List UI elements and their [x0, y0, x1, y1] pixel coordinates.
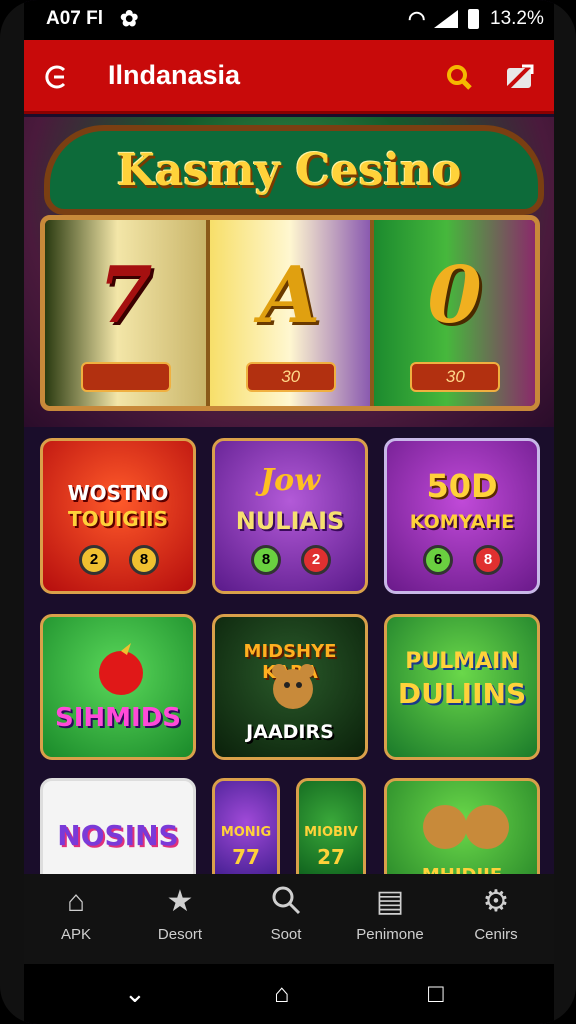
- bottom-nav: ⌂ APK ★ Desort Soot ▤ Penimone ⚙ Cenirs: [24, 874, 554, 964]
- slot-reels: 7 A 30 0 30: [40, 215, 540, 411]
- game-title: MIOBIV: [304, 825, 358, 840]
- nav-item-cenirs[interactable]: ⚙ Cenirs: [444, 884, 548, 943]
- battery-icon: [468, 9, 479, 29]
- reel-symbol: 7: [98, 250, 153, 341]
- game-tile[interactable]: MIDSHYE KARA JAADIRS: [212, 614, 368, 760]
- reel-plate: 30: [410, 362, 501, 392]
- game-subtitle: 77: [232, 845, 260, 869]
- promo-icon[interactable]: [502, 60, 536, 94]
- game-tile[interactable]: PULMAIN DULIINS: [384, 614, 540, 760]
- game-coin: 2: [301, 545, 331, 575]
- signal-icon: [434, 10, 458, 28]
- nav-label: APK: [60, 926, 91, 943]
- document-icon: ▤: [375, 885, 405, 918]
- game-tile[interactable]: MHIDIIE: [384, 778, 540, 888]
- home-icon: ⌂: [66, 885, 86, 918]
- game-subtitle: JAADIRS: [246, 721, 334, 743]
- hero-banner[interactable]: Kasmy Cesino 7 A 30 0 30: [24, 117, 554, 427]
- screen: A07 Fl ✿ ◠ 13.2% Ilndanasia Kasmy Cesino: [24, 0, 554, 1024]
- wifi-icon: ◠: [408, 8, 426, 30]
- game-title: MONIG: [220, 825, 272, 840]
- game-subtitle: DULIINS: [397, 677, 527, 710]
- game-subtitle: 27: [317, 845, 345, 869]
- slot-reel: 7: [45, 220, 210, 406]
- fruit-icon: [99, 643, 143, 695]
- game-title: WOSTNO: [67, 481, 169, 505]
- home-button-icon[interactable]: ⌂: [274, 978, 290, 1009]
- system-nav-bar: ⌄ ⌂ □: [24, 964, 554, 1024]
- game-tile[interactable]: WOSTNO TOUIGIIS 2 8: [40, 438, 196, 594]
- search-icon[interactable]: [444, 62, 474, 92]
- notification-icon: ✿: [120, 6, 139, 31]
- search-icon: [234, 884, 338, 920]
- game-title: Jow: [259, 463, 321, 498]
- reel-plate: 30: [245, 362, 336, 392]
- recent-apps-icon[interactable]: □: [428, 978, 444, 1009]
- nav-label: Desort: [157, 926, 203, 943]
- game-coin: 6: [423, 545, 453, 575]
- game-tile[interactable]: 50D KOMYAHE 6 8: [384, 438, 540, 594]
- bear-icon: [272, 664, 314, 709]
- reel-symbol: A: [259, 250, 321, 341]
- game-subtitle: NULIAIS: [235, 507, 345, 535]
- app-title: Ilndanasia: [108, 60, 241, 90]
- game-coin: 8: [473, 545, 503, 575]
- game-subtitle: KOMYAHE: [409, 511, 515, 533]
- game-tile[interactable]: MONIG 77: [212, 778, 280, 888]
- game-coin: 8: [251, 545, 281, 575]
- game-tile[interactable]: SIHMIDS: [40, 614, 196, 760]
- slot-reel: A 30: [209, 220, 375, 406]
- bear-icon: [423, 805, 509, 849]
- app-bar: Ilndanasia: [24, 40, 554, 114]
- casino-brand-title: Kasmy Cesino: [116, 145, 462, 196]
- game-coin: 2: [79, 545, 109, 575]
- nav-item-desort[interactable]: ★ Desort: [128, 884, 232, 943]
- game-subtitle: TOUIGIIS: [67, 507, 169, 531]
- star-icon: ★: [166, 885, 194, 918]
- game-title: 50D: [426, 467, 498, 505]
- nav-label: Soot: [270, 926, 302, 943]
- status-time: A07 Fl: [46, 8, 104, 29]
- game-title: PULMAIN: [405, 649, 519, 674]
- reel-symbol: 0: [427, 250, 482, 341]
- game-subtitle: SIHMIDS: [54, 703, 181, 733]
- game-tile[interactable]: Jow NULIAIS 8 2: [212, 438, 368, 594]
- nav-label: Cenirs: [474, 926, 518, 943]
- nav-item-soot[interactable]: Soot: [234, 884, 338, 943]
- phone-frame: A07 Fl ✿ ◠ 13.2% Ilndanasia Kasmy Cesino: [0, 0, 576, 1024]
- battery-percent: 13.2%: [490, 8, 544, 29]
- game-coin: 8: [129, 545, 159, 575]
- nav-item-penimone[interactable]: ▤ Penimone: [338, 884, 442, 943]
- gear-icon: ⚙: [482, 885, 510, 918]
- nav-label: Penimone: [356, 926, 424, 943]
- nav-item-apk[interactable]: ⌂ APK: [24, 884, 128, 943]
- game-title: NOSINS: [57, 819, 179, 852]
- status-bar: A07 Fl ✿ ◠ 13.2%: [24, 0, 554, 40]
- game-grid: WOSTNO TOUIGIIS 2 8 Jow NULIAIS 8 2 50D …: [40, 438, 540, 888]
- back-icon[interactable]: [42, 62, 72, 92]
- game-tile[interactable]: NOSINS: [40, 778, 196, 888]
- reel-plate: [81, 362, 171, 392]
- game-tile[interactable]: MIOBIV 27: [296, 778, 366, 888]
- chevron-down-icon[interactable]: ⌄: [124, 978, 146, 1009]
- slot-reel: 0 30: [374, 220, 535, 406]
